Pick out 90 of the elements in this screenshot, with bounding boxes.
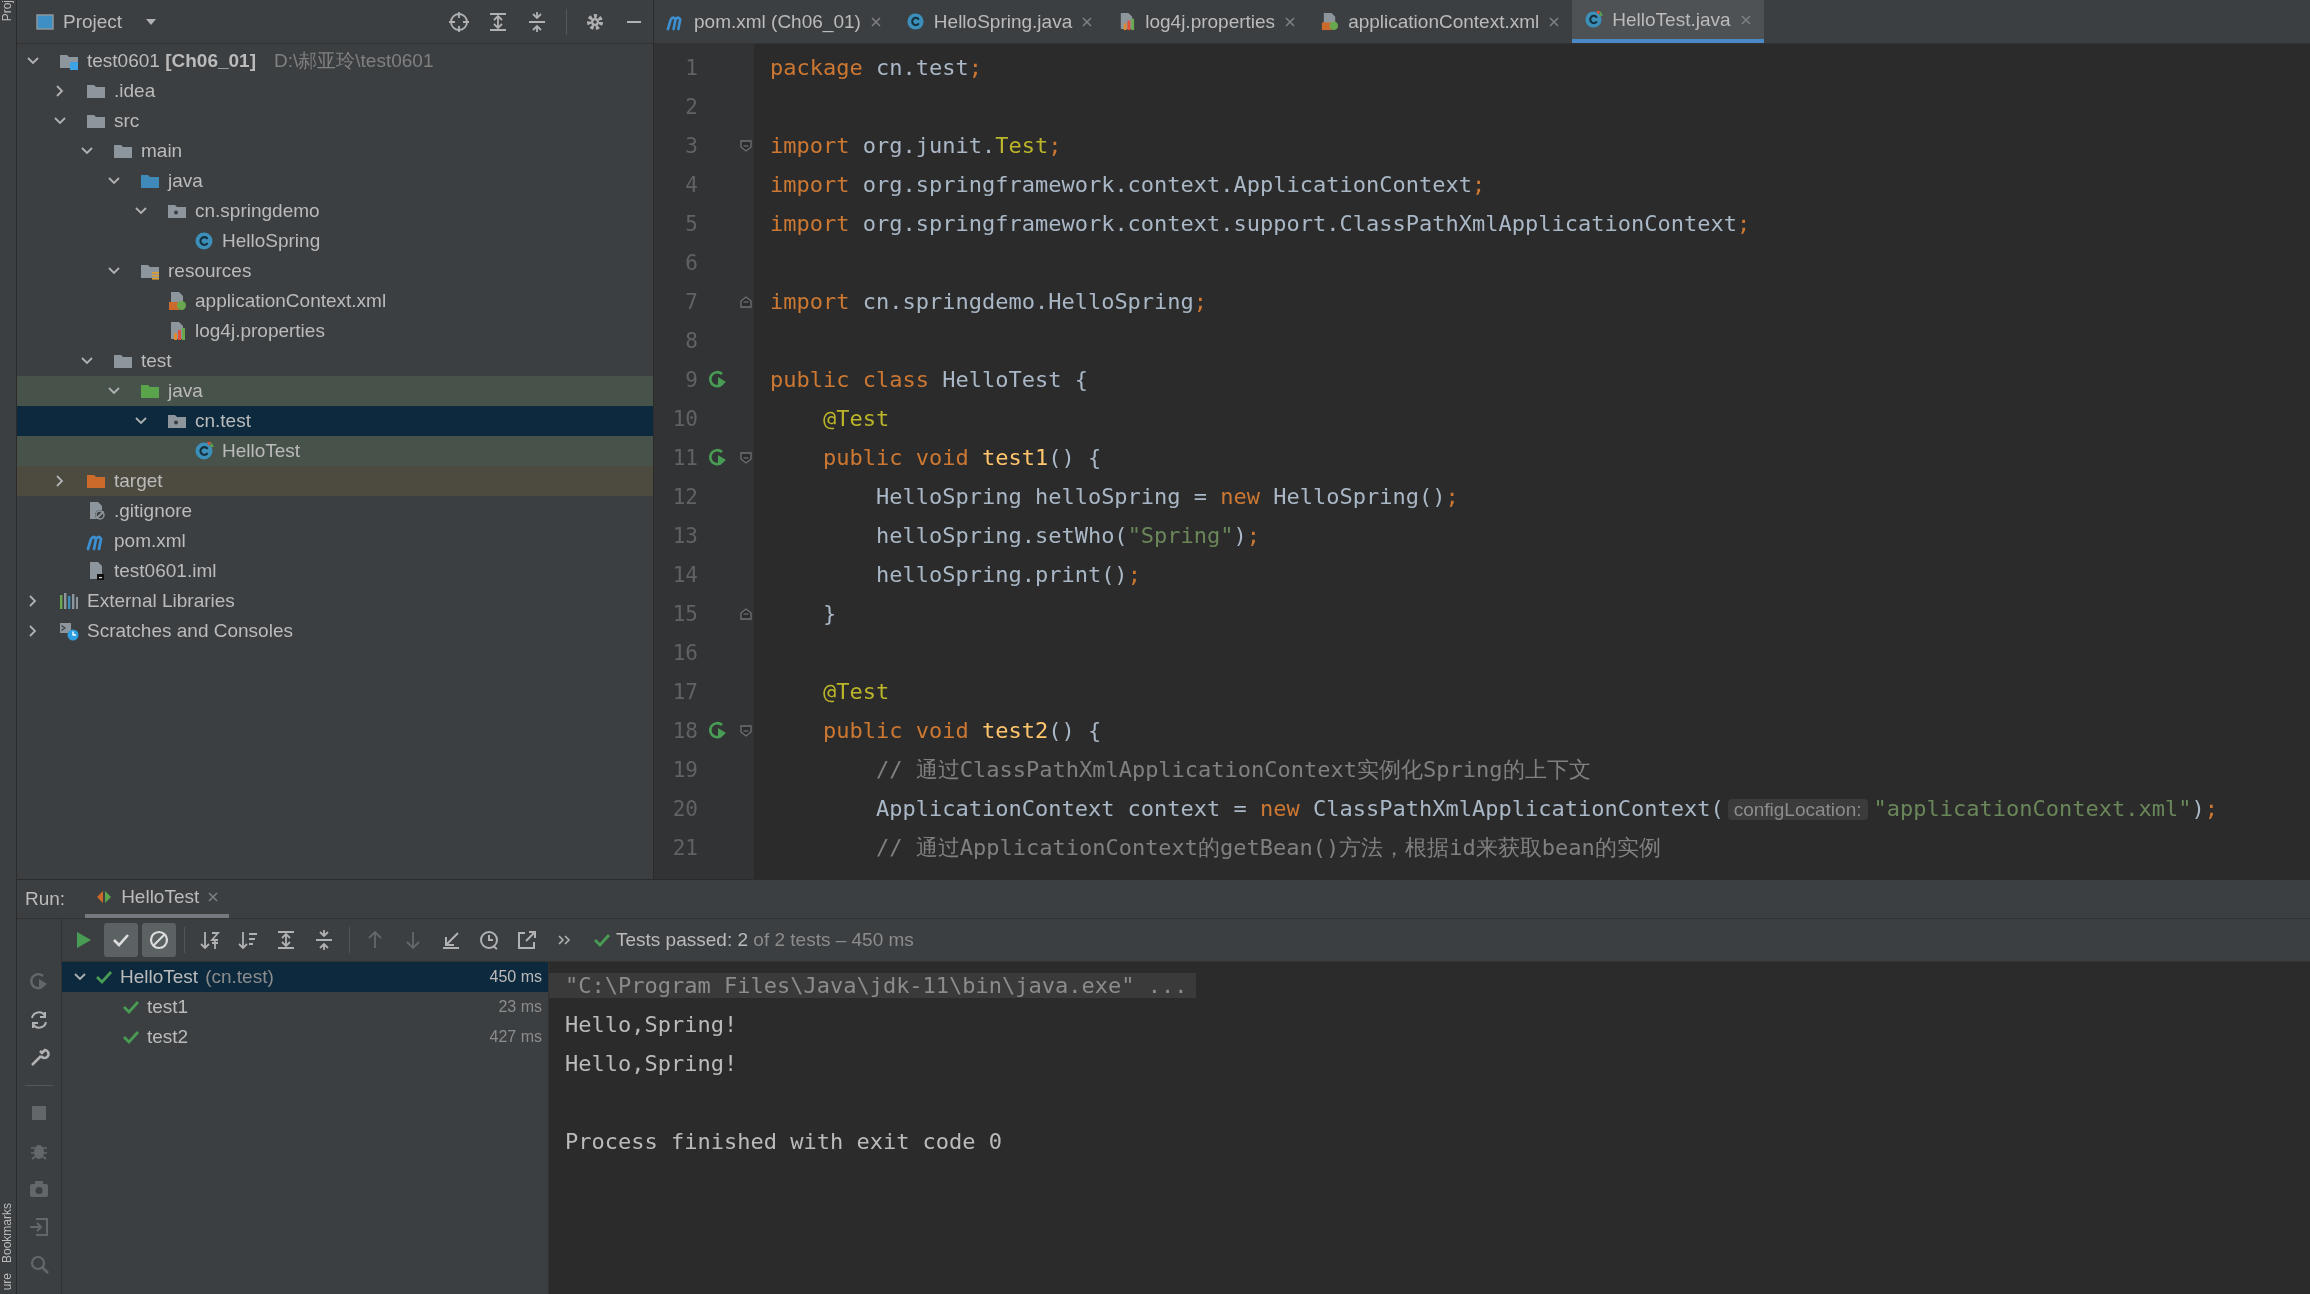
code-line: helloSpring.print(); [874,562,1141,587]
code-line: @Test [821,406,890,431]
refresh-icon[interactable] [28,1009,50,1031]
code-line: } [821,601,837,626]
tree-item[interactable]: test [17,346,653,376]
panel-title[interactable]: Project [63,10,123,33]
code-line: helloSpring.setWho("Spring"); [874,523,1261,548]
tree-item[interactable]: HelloSpring [17,226,653,256]
fold-marker-icon[interactable] [739,450,753,465]
code-line: public void test1() { [821,445,1102,470]
code-line: import cn.springdemo.HelloSpring; [770,289,1208,314]
test-item[interactable]: test1 23 ms [62,992,548,1022]
history-icon [478,929,500,951]
locate-icon[interactable] [448,10,470,33]
file-icon [194,231,214,251]
file-icon [167,291,187,311]
code-line: public void test2() { [821,718,1102,743]
editor-tab[interactable]: pom.xml (Ch06_01) [654,0,894,43]
sort-alpha-icon [199,929,221,951]
editor-tab[interactable]: log4j.properties [1105,0,1309,43]
code-line: package cn.test; [770,55,982,80]
tree-item[interactable]: java [17,376,653,406]
tree-item[interactable]: resources [17,256,653,286]
console-output: Hello,Spring! [564,1012,738,1037]
panel-title: Run: [25,888,66,911]
file-icon [905,12,925,31]
fold-marker-icon[interactable] [739,606,753,621]
tree-item[interactable]: cn.test [17,406,653,436]
tree-item[interactable]: External Libraries [17,586,653,616]
console-command[interactable]: "C:\Program Files\Java\jdk-11\bin\java.exe" ... [549,973,1196,998]
tree-item[interactable]: test0601 [Ch06_01] D:\郝亚玲\test0601 [17,46,653,76]
export-icon [516,929,538,951]
tree-item[interactable]: Scratches and Consoles [17,616,653,646]
editor-tab[interactable]: HelloTest.java [1572,0,1764,43]
code-line: import org.springframework.context.ApplicationContext; [770,172,1486,197]
cancel-button[interactable] [142,923,176,957]
tree-item[interactable]: .idea [17,76,653,106]
tree-item[interactable]: src [17,106,653,136]
tool-window-tab[interactable]: Proj [0,0,16,22]
code-line: import org.junit.Test; [770,133,1062,158]
close-icon[interactable] [1081,15,1094,28]
close-icon[interactable] [1548,15,1561,28]
tree-item[interactable]: test0601.iml [17,556,653,586]
tree-item[interactable]: target [17,466,653,496]
tree-item[interactable]: log4j.properties [17,316,653,346]
tree-item[interactable]: .gitignore [17,496,653,526]
editor-tab[interactable]: applicationContext.xml [1308,0,1573,43]
collapse-all-icon [313,929,335,951]
editor-tab[interactable]: HelloSpring.java [893,0,1106,43]
console-output: Hello,Spring! [564,1051,738,1076]
test-item[interactable]: HelloTest (cn.test) 450 ms [62,962,548,992]
expand-all-icon[interactable] [487,10,509,33]
file-icon [59,621,79,641]
file-icon [1320,12,1340,31]
code-line: // 通过ApplicationContext的getBean()方法，根据id来获取bean的实例 [874,833,1661,862]
sort-icon [237,929,259,951]
fold-marker-icon[interactable] [739,294,753,309]
import-icon [440,929,462,951]
close-icon[interactable] [869,15,882,28]
panel-icon [35,11,55,32]
check-button[interactable] [104,923,138,957]
file-icon [59,591,79,611]
file-icon [1584,10,1604,29]
collapse-all-icon[interactable] [526,10,548,33]
cancel-icon [148,929,170,951]
tree-item[interactable]: main [17,136,653,166]
code-line: public class HelloTest { [770,367,1088,392]
code-line: // 通过ClassPathXmlApplicationContext实例化Spring的上下文 [874,755,1591,784]
code-line: import org.springframework.context.support.ClassPathXmlApplicationContext; [770,211,1751,236]
tree-item[interactable]: pom.xml [17,526,653,556]
code-line: ApplicationContext context = new ClassPathXmlApplicationContext( configLocation: "applicationContext.xml"); [874,796,2218,821]
file-icon [194,441,214,461]
test-status-text: Tests passed: 2 of 2 tests – 450 ms [616,929,914,951]
tool-window-tab[interactable]: ure [0,1272,16,1290]
expand-all-icon [275,929,297,951]
run-tab[interactable]: HelloTest [85,886,230,918]
tree-item[interactable]: cn.springdemo [17,196,653,226]
close-icon[interactable] [207,891,220,903]
tree-item[interactable]: java [17,166,653,196]
fold-marker-icon[interactable] [739,138,753,153]
run-config-icon [95,888,114,906]
tree-item[interactable]: HelloTest [17,436,653,466]
console-output: Process finished with exit code 0 [564,1129,1003,1154]
close-icon[interactable] [1284,15,1297,28]
test-item[interactable]: test2 427 ms [62,1022,548,1052]
code-line: @Test [821,679,890,704]
tree-item[interactable]: applicationContext.xml [17,286,653,316]
tool-window-tab[interactable]: Bookmarks [0,1202,16,1263]
fold-marker-icon[interactable] [739,723,753,738]
code-line: HelloSpring helloSpring = new HelloSpring(); [874,484,1459,509]
